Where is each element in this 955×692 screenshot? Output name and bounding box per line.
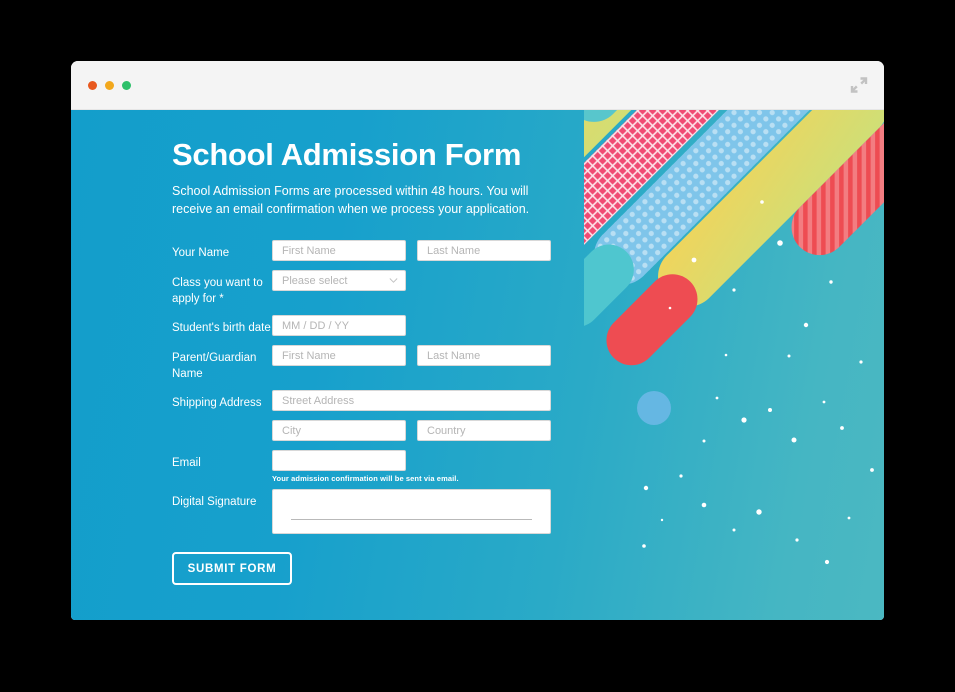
class-select-wrapper[interactable] — [272, 270, 406, 292]
browser-window: School Admission Form School Admission F… — [71, 61, 884, 620]
page-title: School Admission Form — [172, 137, 522, 172]
close-window-button[interactable] — [88, 81, 97, 90]
digital-signature-pad[interactable] — [272, 489, 551, 535]
guardian-first-name-input[interactable] — [272, 345, 406, 367]
page-subtitle: School Admission Forms are processed wit… — [172, 184, 530, 217]
form-row-class: Class you want to apply for * — [172, 270, 672, 307]
fields-email: Your admission confirmation will be sent… — [272, 450, 672, 483]
fields-guardian-name — [272, 345, 672, 367]
class-select[interactable] — [272, 270, 406, 292]
form-content: School Admission Form School Admission F… — [172, 137, 672, 586]
city-input[interactable] — [272, 420, 406, 442]
label-your-name: Your Name — [172, 247, 230, 260]
street-address-input[interactable] — [272, 390, 551, 412]
form-row-your-name: Your Name — [172, 240, 672, 262]
birth-date-input[interactable] — [272, 315, 406, 337]
label-class: Class you want to apply for * — [172, 277, 263, 305]
fields-your-name — [272, 240, 672, 262]
form-row-digital-signature: Digital Signature — [172, 489, 672, 535]
fields-birth-date — [272, 315, 672, 337]
fields-city-country — [272, 420, 672, 442]
email-helper-text: Your admission confirmation will be sent… — [272, 474, 459, 484]
label-digital-signature: Digital Signature — [172, 496, 257, 509]
admission-form: Your Name Class you want to apply for * — [172, 240, 672, 586]
submit-form-button[interactable]: SUBMIT FORM — [172, 552, 292, 586]
fields-digital-signature — [272, 489, 672, 535]
minimize-window-button[interactable] — [105, 81, 114, 90]
form-row-guardian-name: Parent/Guardian Name — [172, 345, 672, 382]
form-row-city-country — [172, 420, 672, 442]
form-row-shipping-address: Shipping Address — [172, 390, 672, 412]
email-input[interactable] — [272, 450, 406, 472]
guardian-last-name-input[interactable] — [417, 345, 551, 367]
form-page: School Admission Form School Admission F… — [71, 110, 884, 620]
signature-baseline — [291, 519, 532, 521]
last-name-input[interactable] — [417, 240, 551, 262]
label-birth-date: Student's birth date — [172, 322, 271, 335]
label-shipping-address: Shipping Address — [172, 397, 262, 410]
label-email: Email — [172, 457, 201, 470]
label-guardian-name: Parent/Guardian Name — [172, 352, 257, 380]
label-city-country — [172, 420, 272, 426]
form-row-email: Email Your admission confirmation will b… — [172, 450, 672, 483]
submit-row: SUBMIT FORM — [172, 552, 672, 586]
country-input[interactable] — [417, 420, 551, 442]
fields-class — [272, 270, 672, 292]
fullscreen-expand-icon[interactable] — [850, 76, 868, 94]
window-titlebar — [71, 61, 884, 110]
maximize-window-button[interactable] — [122, 81, 131, 90]
first-name-input[interactable] — [272, 240, 406, 262]
form-row-birth-date: Student's birth date — [172, 315, 672, 337]
traffic-light-buttons — [88, 81, 131, 90]
fields-shipping-address — [272, 390, 672, 412]
